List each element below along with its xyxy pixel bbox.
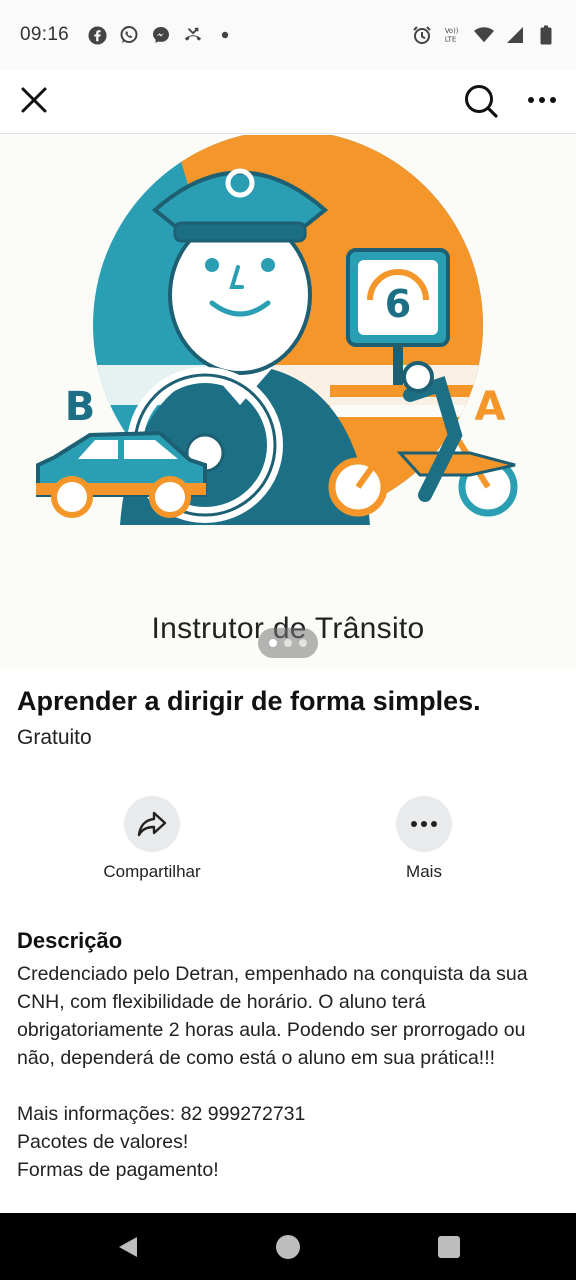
wifi-icon [474, 25, 494, 45]
home-button[interactable] [276, 1235, 300, 1259]
back-triangle-icon [119, 1237, 137, 1257]
sign-number: 6 [385, 282, 411, 326]
license-b-letter: B [65, 384, 96, 430]
svg-text:Vo)): Vo)) [445, 27, 459, 35]
more-button[interactable]: Mais [349, 796, 499, 882]
alarm-icon [412, 25, 432, 45]
more-horizontal-icon [411, 821, 437, 827]
system-navigation-bar [0, 1213, 576, 1280]
top-app-bar [0, 70, 576, 134]
back-button[interactable] [116, 1235, 140, 1264]
battery-icon [536, 25, 556, 45]
description-heading: Descrição [17, 928, 123, 953]
system-icons: Vo)) LTE [412, 25, 556, 45]
more-icon-circle[interactable] [396, 796, 452, 852]
dot-icon [215, 25, 235, 45]
listing-title: Aprender a dirigir de forma simples. [17, 686, 481, 716]
share-label: Compartilhar [103, 862, 201, 881]
notification-icons [87, 25, 235, 45]
whatsapp-icon [119, 25, 139, 45]
signal-icon [505, 25, 525, 45]
pager-dot [269, 639, 277, 647]
pager-dot [284, 639, 292, 647]
recent-apps-button[interactable] [438, 1236, 460, 1258]
volte-icon: Vo)) LTE [443, 25, 463, 45]
close-button[interactable] [18, 84, 50, 116]
messenger-icon [151, 25, 171, 45]
driving-instructor-illustration: 6 B A [36, 135, 518, 525]
more-horizontal-icon [528, 97, 556, 103]
svg-text:LTE: LTE [445, 35, 456, 43]
status-bar: 09:16 Vo)) LTE [0, 0, 576, 70]
license-a-letter: A [475, 384, 506, 430]
listing-image-carousel[interactable]: 6 B A [0, 135, 576, 671]
share-icon [137, 811, 167, 837]
listing-price: Gratuito [17, 726, 92, 749]
carousel-pager[interactable] [258, 628, 318, 658]
more-label: Mais [406, 862, 442, 881]
missed-call-icon [183, 25, 203, 45]
close-icon [21, 87, 47, 113]
description-body: Credenciado pelo Detran, empenhado na co… [17, 963, 528, 1181]
search-button[interactable] [462, 82, 500, 120]
status-time: 09:16 [20, 24, 70, 45]
facebook-icon [87, 25, 107, 45]
pager-dot [299, 639, 307, 647]
more-options-button[interactable] [524, 84, 560, 116]
share-icon-circle[interactable] [124, 796, 180, 852]
share-button[interactable]: Compartilhar [77, 796, 227, 882]
search-icon [465, 85, 498, 118]
